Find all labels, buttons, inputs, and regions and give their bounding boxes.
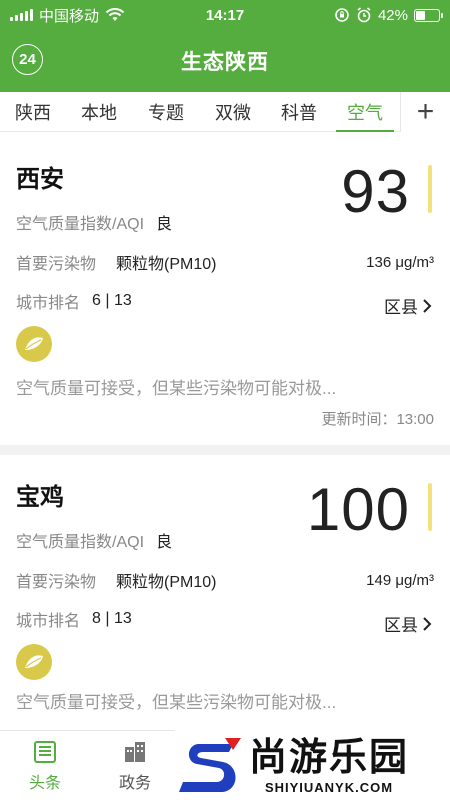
tab-science[interactable]: 科普	[266, 92, 332, 132]
district-link[interactable]: 区县	[384, 611, 432, 636]
aqi-label: 空气质量指数/AQI	[16, 534, 145, 551]
city-rank: 6 | 13	[92, 292, 132, 309]
nav-government[interactable]: 政务	[90, 731, 180, 800]
rank-label: 城市排名	[16, 295, 81, 312]
aqi-row: 空气质量指数/AQI 良	[16, 528, 172, 552]
title-bar: 24 生态陕西	[0, 30, 450, 92]
alarm-icon	[357, 7, 371, 23]
city-name: 宝鸡	[16, 484, 64, 511]
health-advice: 空气质量可接受，但某些污染物可能对极...	[16, 379, 337, 398]
primary-pollutant: 颗粒物(PM10)	[116, 256, 217, 273]
leaf-icon	[16, 326, 52, 362]
chevron-right-icon	[423, 616, 432, 631]
page-title: 生态陕西	[181, 51, 269, 74]
nav-headlines-label: 头条	[28, 774, 61, 792]
tab-air[interactable]: 空气	[332, 92, 398, 132]
pollutant-label: 首要污染物	[16, 256, 97, 273]
air-quality-card-baoji[interactable]: 宝鸡 100 空气质量指数/AQI 良 首要污染物 颗粒物(PM10) 149 …	[0, 455, 450, 730]
district-label: 区县	[384, 298, 418, 317]
rank-label: 城市排名	[16, 613, 81, 630]
air-quality-card-xian[interactable]: 西安 93 空气质量指数/AQI 良 首要污染物 颗粒物(PM10) 136 μ…	[0, 133, 450, 445]
pollutant-label: 首要污染物	[16, 574, 97, 591]
rotation-lock-icon	[335, 8, 349, 22]
rank-row: 城市排名 6 | 13	[16, 289, 132, 313]
primary-pollutant: 颗粒物(PM10)	[116, 574, 217, 591]
aqi-value: 100	[306, 476, 410, 543]
city-name: 西安	[16, 166, 64, 193]
top-bar: 中国移动 14:17 42% 24 生态陕西	[0, 0, 450, 92]
battery-percent: 42%	[377, 6, 408, 24]
leaf-icon	[16, 644, 52, 680]
update-time: 更新时间：13:00	[321, 411, 434, 428]
district-label: 区县	[384, 616, 418, 635]
aqi-level-bar	[428, 483, 432, 531]
building-icon	[125, 741, 145, 762]
aqi-level-bar	[428, 165, 432, 213]
tab-shaanxi[interactable]: 陕西	[0, 92, 66, 132]
wifi-icon	[105, 8, 125, 21]
card-divider	[0, 445, 450, 455]
quality-level: 良	[156, 216, 173, 233]
battery-level-fill	[416, 10, 425, 20]
district-link[interactable]: 区县	[384, 293, 432, 318]
pollutant-row: 首要污染物 颗粒物(PM10)	[16, 568, 216, 592]
newspaper-icon	[34, 740, 56, 763]
quality-level: 良	[156, 534, 173, 551]
watermark-url: SHIYIUANYK.COM	[264, 779, 394, 795]
watermark-logo-icon	[179, 738, 241, 792]
aqi-row: 空气质量指数/AQI 良	[16, 210, 172, 234]
city-rank: 8 | 13	[92, 610, 132, 627]
nav-government-label: 政务	[118, 774, 151, 792]
watermark: 尚游乐园 SHIYIUANYK.COM	[175, 730, 450, 800]
tab-weibo-weixin[interactable]: 双微	[200, 92, 266, 132]
rank-row: 城市排名 8 | 13	[16, 607, 132, 631]
pollutant-row: 首要污染物 颗粒物(PM10)	[16, 250, 216, 274]
add-tab-button[interactable]: +	[400, 92, 450, 132]
chevron-right-icon	[423, 298, 432, 313]
signal-icon	[10, 9, 33, 21]
twenty-four-hour-badge[interactable]: 24	[12, 44, 43, 75]
nav-headlines[interactable]: 头条	[0, 731, 90, 800]
tab-special[interactable]: 专题	[132, 92, 200, 132]
aqi-value: 93	[341, 158, 410, 225]
carrier-label: 中国移动	[39, 7, 100, 25]
tab-local[interactable]: 本地	[66, 92, 132, 132]
concentration-value: 149 μg/m³	[366, 572, 434, 589]
concentration-value: 136 μg/m³	[366, 254, 434, 271]
status-bar: 中国移动 14:17 42%	[0, 0, 450, 30]
watermark-name: 尚游乐园	[249, 736, 410, 779]
aqi-label: 空气质量指数/AQI	[16, 216, 145, 233]
battery-icon	[414, 8, 443, 22]
health-advice: 空气质量可接受，但某些污染物可能对极...	[16, 693, 337, 712]
category-tabs: 陕西 本地 专题 双微 科普 空气 +	[0, 92, 450, 132]
